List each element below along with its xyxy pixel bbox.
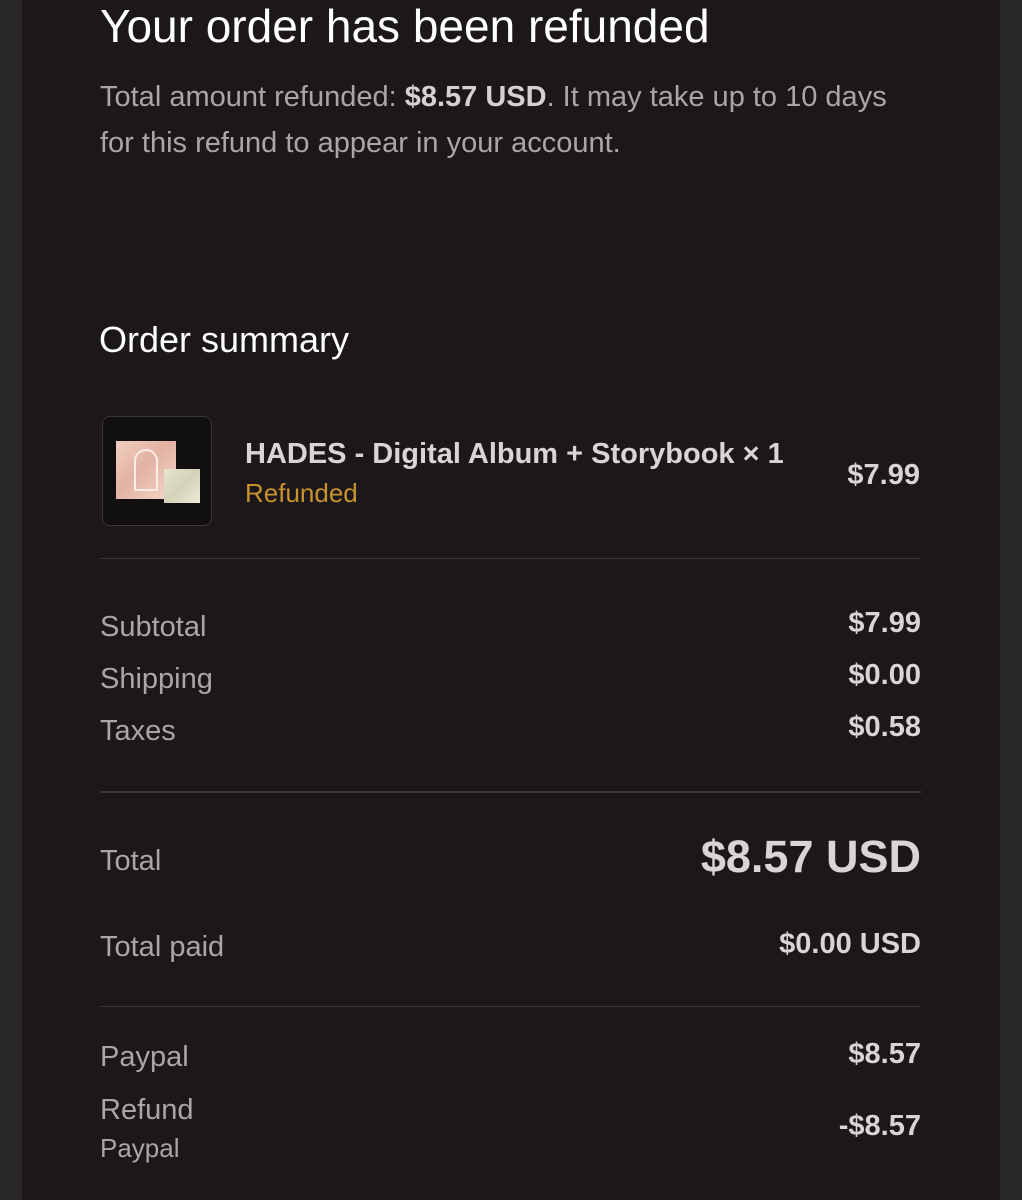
divider — [100, 791, 921, 793]
paypal-value: $8.57 — [848, 1038, 921, 1070]
line-item-status: Refunded — [245, 478, 358, 508]
album-cover-thumbnail — [102, 416, 212, 526]
total-value: $8.57 USD — [700, 831, 921, 882]
refund-label: Refund — [100, 1094, 194, 1126]
shipping-value: $0.00 — [848, 659, 921, 691]
divider — [100, 558, 921, 559]
refund-method-label: Paypal — [100, 1133, 180, 1163]
refund-value: -$8.57 — [838, 1110, 921, 1142]
order-status-panel — [22, 0, 1000, 1200]
refund-message-prefix: Total amount refunded: — [100, 81, 405, 113]
refund-amount: $8.57 USD — [404, 81, 547, 113]
taxes-label: Taxes — [100, 715, 176, 747]
total-label: Total — [100, 845, 162, 877]
subtotal-value: $7.99 — [848, 607, 921, 639]
total-paid-value: $0.00 USD — [779, 928, 921, 960]
total-paid-label: Total paid — [100, 931, 225, 963]
line-item-name: HADES - Digital Album + Storybook × 1 — [245, 438, 784, 470]
order-summary-heading: Order summary — [99, 319, 350, 360]
refund-message: Total amount refunded: $8.57 USD. It may… — [100, 74, 900, 166]
subtotal-label: Subtotal — [100, 611, 207, 643]
arch-illustration — [134, 449, 158, 491]
page-title: Your order has been refunded — [100, 0, 710, 52]
storybook-cover-image — [164, 469, 200, 503]
taxes-value: $0.58 — [848, 711, 921, 743]
paypal-label: Paypal — [100, 1041, 189, 1073]
line-item-price: $7.99 — [847, 459, 920, 491]
shipping-label: Shipping — [100, 663, 213, 695]
divider — [100, 1006, 921, 1007]
